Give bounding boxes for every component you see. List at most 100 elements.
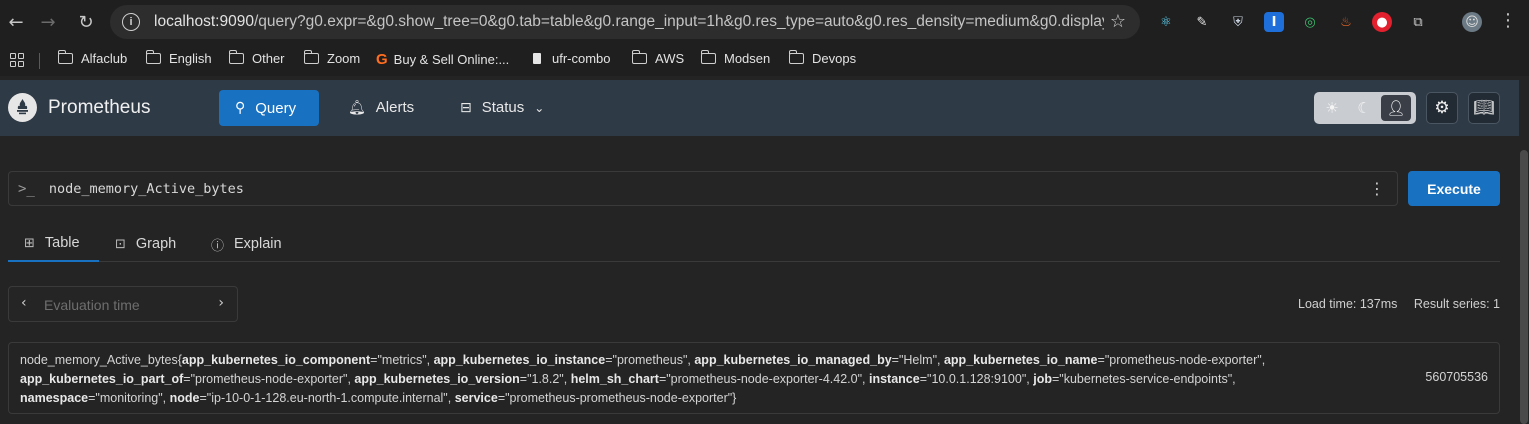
label-key: job	[1033, 372, 1052, 386]
bookmark-ufr-combo[interactable]: ufr-combo	[533, 51, 611, 66]
app-brand[interactable]: Prometheus	[48, 97, 150, 119]
label-value: "metrics"	[377, 353, 427, 367]
nav-alerts-label: Alerts	[375, 99, 415, 116]
label-key: app_kubernetes_io_name	[943, 353, 1098, 367]
bookmark-devops[interactable]: Devops	[788, 50, 856, 66]
chevron-right-icon[interactable]: ›	[218, 295, 224, 311]
moon-icon[interactable]: ☾	[1349, 95, 1379, 121]
table-row: node_memory_Active_bytes{app_kubernetes_…	[8, 342, 1500, 414]
nav-query[interactable]: ⚲ Query	[219, 90, 319, 126]
label-key: app_kubernetes_io_version	[354, 372, 520, 386]
info-icon: ⓘ	[211, 238, 225, 254]
bookmark-aws[interactable]: AWS	[631, 50, 684, 66]
url-text[interactable]: localhost:9090/query?g0.expr=&g0.show_tr…	[154, 13, 1104, 31]
browser-toolbar: ← → ↻ i localhost:9090/query?g0.expr=&g0…	[0, 0, 1529, 44]
color-picker-icon[interactable]: ✎	[1192, 12, 1212, 32]
browser-menu-icon[interactable]: ⋮	[1499, 10, 1517, 31]
graph-icon: ⊡	[115, 236, 126, 252]
label-key: instance	[869, 372, 920, 386]
page-icon	[533, 53, 541, 64]
folder-icon	[700, 50, 716, 64]
label-value: "Helm"	[898, 353, 938, 367]
label-key: node	[169, 391, 200, 405]
extension-i-icon[interactable]: I	[1264, 12, 1284, 32]
react-devtools-icon[interactable]: ⚛	[1156, 12, 1176, 32]
g-logo-icon: G	[376, 51, 388, 68]
tab-graph-label: Graph	[135, 236, 177, 252]
settings-gear-icon[interactable]: ⚙	[1426, 92, 1458, 124]
label-value: "prometheus-node-exporter-4.42.0"	[666, 372, 863, 386]
table-icon: ⊞	[24, 235, 35, 251]
docs-book-icon[interactable]: 📖︎	[1468, 92, 1500, 124]
label-key: app_kubernetes_io_instance	[433, 353, 606, 367]
profile-avatar[interactable]: ☺	[1462, 12, 1482, 32]
label-value: "prometheus-node-exporter"	[190, 372, 348, 386]
execute-button[interactable]: Execute	[1408, 171, 1500, 206]
metric-name: node_memory_Active_bytes	[20, 353, 178, 367]
tab-graph[interactable]: ⊡ Graph	[115, 226, 176, 262]
folder-icon	[57, 50, 73, 64]
bookmark-other[interactable]: Other	[228, 50, 285, 66]
tab-table-label: Table	[44, 235, 80, 251]
reload-icon[interactable]: ↻	[72, 8, 100, 36]
bookmark-modsen[interactable]: Modsen	[700, 50, 770, 66]
label-key: service	[454, 391, 498, 405]
evaluation-time-picker[interactable]: ‹ Evaluation time ›	[8, 286, 238, 322]
chevron-down-icon: ⌄	[534, 100, 545, 115]
query-menu-icon[interactable]: ⋮	[1369, 179, 1385, 198]
bookmark-zoom[interactable]: Zoom	[303, 50, 360, 66]
search-icon: ⚲	[235, 100, 246, 116]
scrollbar-thumb[interactable]	[1520, 150, 1528, 424]
forward-arrow-icon[interactable]: →	[34, 8, 62, 36]
user-theme-icon[interactable]: 👤︎	[1381, 95, 1411, 121]
theme-switch[interactable]: ☀ ☾ 👤︎	[1314, 92, 1416, 124]
label-key: app_kubernetes_io_managed_by	[694, 353, 892, 367]
folder-icon	[788, 50, 804, 64]
label-value: "monitoring"	[95, 391, 163, 405]
site-info-icon[interactable]: i	[122, 13, 140, 31]
query-input[interactable]: >_ node_memory_Active_bytes ⋮	[8, 171, 1398, 206]
series-labels: node_memory_Active_bytes{app_kubernetes_…	[20, 353, 1266, 405]
folder-icon	[303, 50, 319, 64]
record-extension-icon[interactable]: ●	[1372, 12, 1392, 32]
label-value: "prometheus-prometheus-node-exporter"	[505, 391, 733, 405]
load-time: Load time: 137ms	[1298, 297, 1398, 311]
fire-extension-icon[interactable]: ♨	[1336, 12, 1356, 32]
bookmark-english[interactable]: English	[145, 50, 212, 66]
label-key: app_kubernetes_io_part_of	[20, 372, 184, 386]
app-header: Prometheus ⚲ Query 🔔︎ Alerts ⊟ Status ⌄ …	[0, 80, 1519, 136]
address-bar[interactable]: i localhost:9090/query?g0.expr=&g0.show_…	[110, 5, 1140, 39]
nav-query-label: Query	[255, 99, 297, 117]
chevron-left-icon[interactable]: ‹	[21, 295, 27, 311]
prometheus-logo-icon	[8, 93, 37, 122]
query-expression[interactable]: node_memory_Active_bytes	[49, 181, 244, 197]
nav-alerts[interactable]: 🔔︎ Alerts	[348, 99, 414, 116]
tab-explain[interactable]: ⓘ Explain	[211, 226, 282, 262]
label-value: "prometheus-node-exporter"	[1104, 353, 1262, 367]
extensions-puzzle-icon[interactable]: ⧉	[1408, 12, 1428, 32]
tab-explain-label: Explain	[234, 236, 282, 252]
label-key: app_kubernetes_io_component	[181, 353, 371, 367]
label-value: "kubernetes-service-endpoints"	[1059, 372, 1233, 386]
result-tabs: ⊞ Table ⊡ Graph ⓘ Explain	[8, 226, 1500, 262]
target-extension-icon[interactable]: ◎	[1300, 12, 1320, 32]
label-value: "1.8.2"	[527, 372, 564, 386]
tab-table[interactable]: ⊞ Table	[8, 226, 99, 262]
bookmark-alfaclub[interactable]: Alfaclub	[57, 50, 127, 66]
folder-icon	[145, 50, 161, 64]
bell-icon: 🔔︎	[348, 99, 366, 116]
server-icon: ⊟	[460, 99, 472, 116]
apps-grid-icon[interactable]	[10, 53, 24, 67]
bookmarks-bar: Alfaclub English Other Zoom G Buy & Sell …	[0, 44, 1529, 76]
nav-status[interactable]: ⊟ Status ⌄	[460, 99, 544, 116]
bookmarks-divider	[39, 53, 40, 69]
evaluation-time-input[interactable]: Evaluation time	[44, 297, 140, 313]
query-stats: Load time: 137ms Result series: 1	[1298, 297, 1500, 311]
terminal-prompt-icon: >_	[18, 180, 35, 197]
bookmark-buy-sell[interactable]: G Buy & Sell Online:...	[376, 51, 509, 68]
sample-value: 560705536	[1425, 370, 1488, 384]
sun-icon[interactable]: ☀	[1317, 95, 1347, 121]
bookmark-star-icon[interactable]: ☆	[1110, 11, 1126, 32]
back-arrow-icon[interactable]: ←	[2, 8, 30, 36]
shield-extension-icon[interactable]: ⛨	[1228, 12, 1248, 32]
